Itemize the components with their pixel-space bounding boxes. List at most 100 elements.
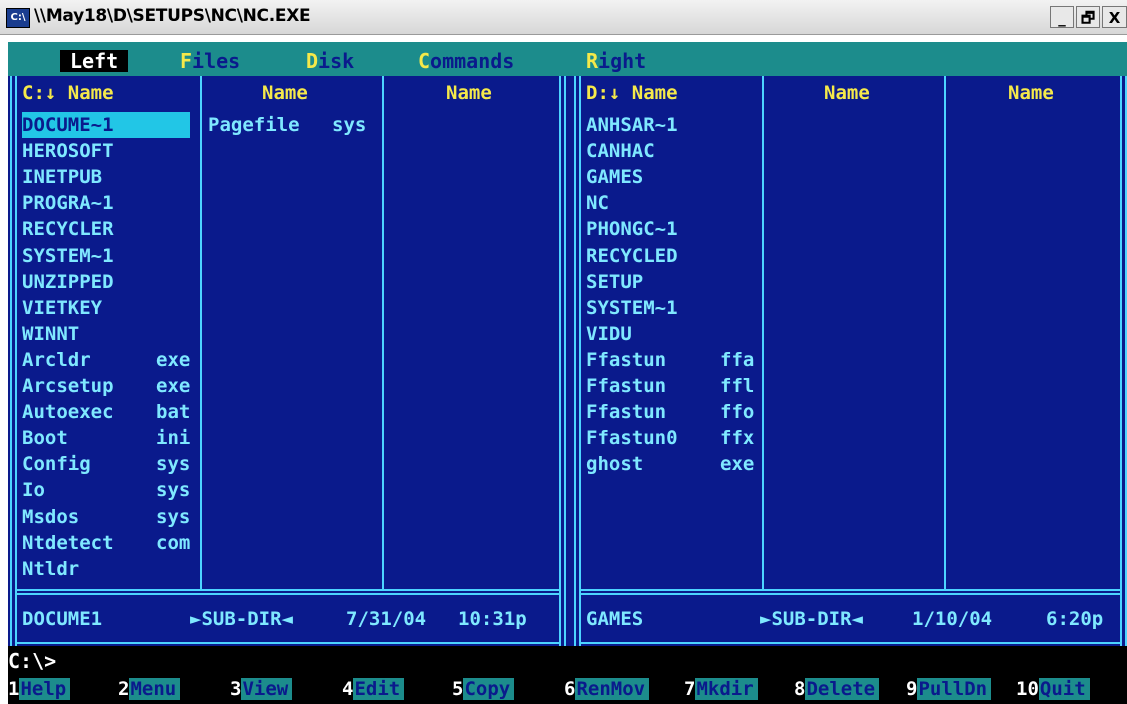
file-entry[interactable]: WINNT: [22, 321, 79, 347]
file-entry[interactable]: VIETKEY: [22, 295, 102, 321]
column-header: Name: [446, 82, 492, 104]
file-entry[interactable]: SYSTEM~1: [22, 243, 114, 269]
column-divider: [200, 76, 202, 591]
file-entry[interactable]: GAMES: [586, 164, 643, 190]
file-entry[interactable]: PHONGC~1: [586, 216, 678, 242]
file-extension: exe: [720, 453, 755, 476]
fkey-delete[interactable]: 8Delete: [794, 676, 880, 702]
file-entry[interactable]: Io: [22, 477, 45, 503]
file-entry[interactable]: INETPUB: [22, 164, 102, 190]
status-time: 10:31p: [458, 608, 527, 630]
restore-button[interactable]: 🗗: [1076, 6, 1100, 28]
file-entry[interactable]: SYSTEM~1: [586, 295, 678, 321]
file-entry[interactable]: PROGRA~1: [22, 190, 114, 216]
file-entry[interactable]: VIDU: [586, 321, 632, 347]
window-title-bar[interactable]: C:\ \\May18\D\SETUPS\NC\NC.EXE _ 🗗 X: [0, 0, 1127, 35]
panel-bottom-border: [16, 642, 560, 644]
file-extension: ffx: [720, 427, 755, 450]
file-entry[interactable]: ANHSAR~1: [586, 112, 678, 138]
file-entry[interactable]: Config: [22, 451, 91, 477]
panel-divider: [16, 589, 560, 591]
fkey-mkdir[interactable]: 7Mkdir: [684, 676, 758, 702]
file-entry[interactable]: Ntdetect: [22, 530, 114, 556]
file-entry[interactable]: Boot: [22, 425, 68, 451]
file-extension: exe: [156, 348, 191, 371]
file-entry[interactable]: Autoexec: [22, 399, 114, 425]
fkey-quit[interactable]: 10Quit: [1016, 676, 1090, 702]
fkey-label: Mkdir: [695, 678, 758, 700]
file-entry[interactable]: Ffastun0: [586, 425, 678, 451]
file-entry[interactable]: Msdos: [22, 504, 79, 530]
file-extension: sys: [156, 453, 191, 476]
fkey-edit[interactable]: 4Edit: [342, 676, 405, 702]
file-extension: sys: [156, 505, 191, 528]
menu-left[interactable]: Left: [60, 50, 129, 72]
nc-screen: Left Files Disk Commands Right C:↓ Name …: [8, 42, 1127, 704]
command-prompt[interactable]: C:\>: [8, 646, 1127, 676]
column-divider: [762, 76, 764, 591]
fkey-copy[interactable]: 5Copy: [452, 676, 515, 702]
file-entry[interactable]: Ntldr: [22, 556, 79, 582]
column-header: D:↓ Name: [586, 82, 678, 104]
file-extension: ffa: [720, 348, 755, 371]
minimize-button[interactable]: _: [1050, 6, 1074, 28]
close-button[interactable]: X: [1102, 6, 1127, 28]
status-type: ►SUB-DIR◄: [190, 608, 293, 630]
fkey-number: 8: [794, 678, 806, 700]
fkey-view[interactable]: 3View: [230, 676, 293, 702]
menu-files[interactable]: Files: [180, 50, 240, 72]
file-entry[interactable]: ghost: [586, 451, 643, 477]
file-extension: ffo: [720, 401, 755, 424]
fkey-label: Edit: [353, 678, 405, 700]
file-entry[interactable]: RECYCLED: [586, 243, 678, 269]
file-entry[interactable]: CANHAC: [586, 138, 655, 164]
panel-border: [1120, 76, 1127, 686]
fkey-number: 5: [452, 678, 464, 700]
fkey-number: 3: [230, 678, 242, 700]
file-entry[interactable]: HEROSOFT: [22, 138, 114, 164]
file-entry[interactable]: Arcsetup: [22, 373, 114, 399]
status-type: ►SUB-DIR◄: [760, 608, 863, 630]
file-entry[interactable]: Ffastun: [586, 373, 666, 399]
file-extension: exe: [156, 375, 191, 397]
menu-commands[interactable]: Commands: [418, 50, 514, 72]
file-entry[interactable]: Pagefile: [208, 112, 300, 138]
fkey-help[interactable]: 1Help: [8, 676, 71, 702]
panel-divider: [580, 589, 1121, 591]
fkey-label: PullDn: [917, 678, 992, 700]
fkey-label: Copy: [463, 678, 515, 700]
panel-border: [559, 76, 566, 686]
file-entry[interactable]: RECYCLER: [22, 216, 114, 242]
menu-bar: Left Files Disk Commands Right: [8, 42, 1127, 76]
file-entry[interactable]: NC: [586, 190, 609, 216]
column-header: C:↓ Name: [22, 82, 114, 104]
fkey-number: 4: [342, 678, 354, 700]
menu-right[interactable]: Right: [586, 50, 646, 72]
fkey-label: Menu: [129, 678, 181, 700]
file-entry[interactable]: UNZIPPED: [22, 269, 114, 295]
fkey-label: Delete: [805, 678, 880, 700]
panel-divider: [580, 593, 1121, 595]
status-name: GAMES: [586, 608, 644, 630]
file-extension: sys: [156, 479, 191, 502]
file-entry[interactable]: Arcldr: [22, 347, 91, 373]
file-extension: ffl: [720, 375, 755, 397]
file-entry[interactable]: Ffastun: [586, 399, 666, 425]
fkey-number: 2: [118, 678, 130, 700]
fkey-number: 9: [906, 678, 918, 700]
status-time: 6:20p: [1046, 608, 1104, 630]
fkey-renmov[interactable]: 6RenMov: [564, 676, 650, 702]
fkey-number: 6: [564, 678, 576, 700]
status-name: DOCUME1: [22, 608, 103, 630]
file-entry[interactable]: Ffastun: [586, 347, 666, 373]
fkey-number: 10: [1016, 678, 1039, 700]
file-entry[interactable]: DOCUME~1: [22, 112, 190, 138]
menu-disk[interactable]: Disk: [306, 50, 354, 72]
fkey-label: Quit: [1038, 678, 1090, 700]
fkey-pulldn[interactable]: 9PullDn: [906, 676, 992, 702]
fkey-menu[interactable]: 2Menu: [118, 676, 181, 702]
column-header: Name: [1008, 82, 1054, 104]
file-entry[interactable]: SETUP: [586, 269, 643, 295]
fkey-number: 1: [8, 678, 20, 700]
fkey-label: View: [241, 678, 293, 700]
